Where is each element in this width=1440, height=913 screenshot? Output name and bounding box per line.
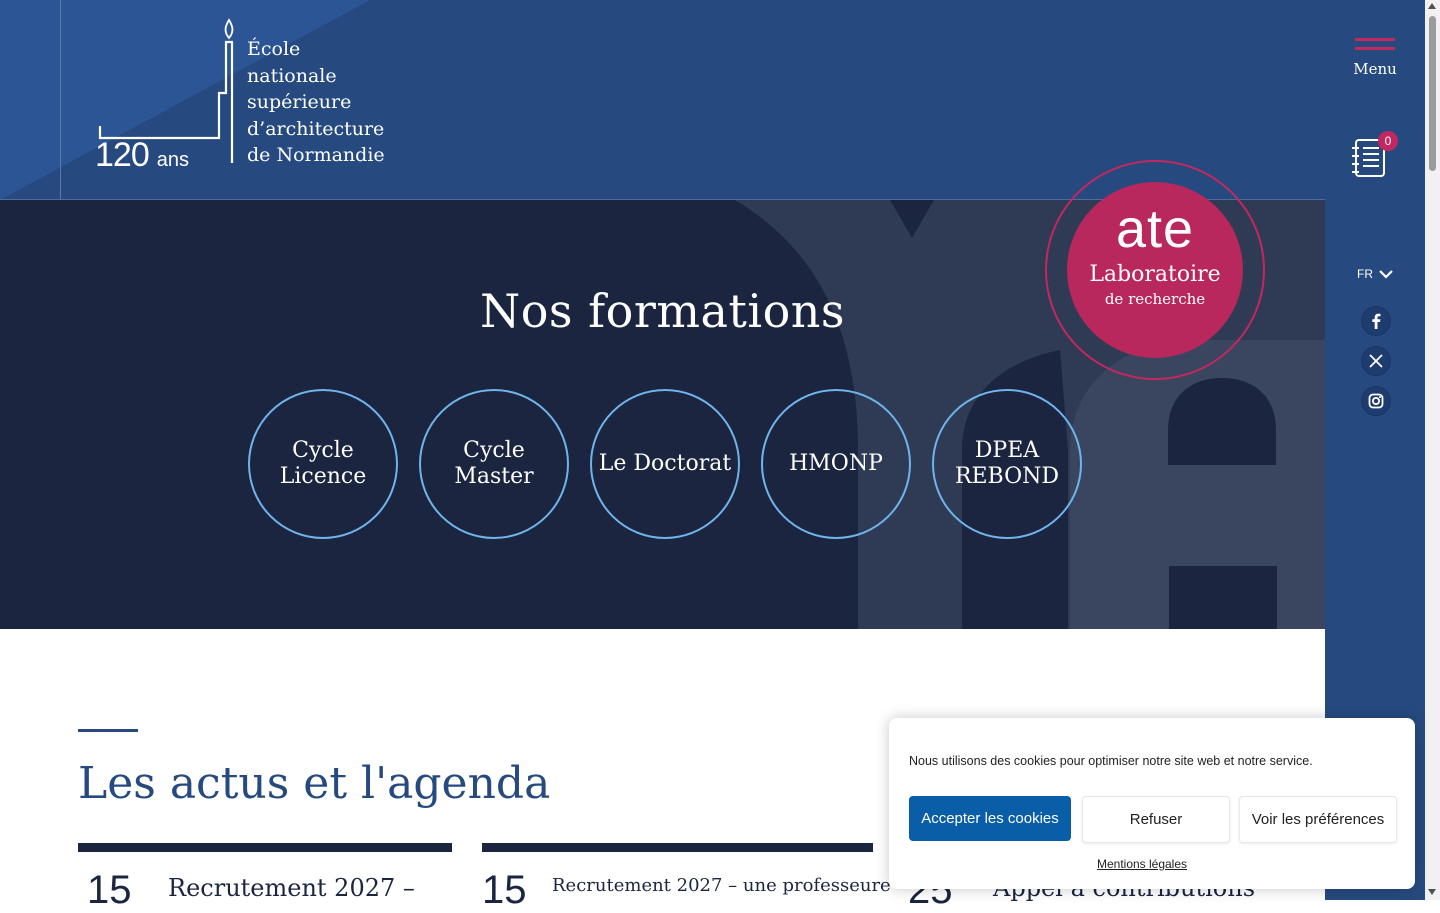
logo-line: d’architecture [247, 117, 385, 140]
news-section-title: Les actus et l'agenda [78, 758, 551, 809]
logo-line: de Normandie [247, 144, 385, 166]
logo-line: École [247, 38, 301, 60]
chevron-down-icon [1379, 270, 1393, 279]
logo-wordmark: École nationale supérieure d’architectur… [247, 36, 385, 169]
anniversary-mark: 120 ans [95, 136, 189, 175]
lab-sublabel: de recherche [1104, 290, 1206, 308]
lab-label: Laboratoire [1089, 262, 1221, 287]
formation-dpea-rebond[interactable]: DPEA REBOND [932, 389, 1082, 539]
hamburger-icon [1355, 47, 1395, 50]
scroll-up-arrow[interactable] [1428, 3, 1436, 9]
formation-cycle-master[interactable]: Cycle Master [419, 389, 569, 539]
scroll-thumb[interactable] [1429, 16, 1436, 171]
x-link[interactable] [1361, 346, 1391, 376]
instagram-link[interactable] [1361, 386, 1391, 416]
formation-doctorat[interactable]: Le Doctorat [590, 389, 740, 539]
instagram-icon [1368, 393, 1384, 409]
site-header: École nationale supérieure d’architectur… [0, 0, 1425, 200]
language-code: FR [1357, 267, 1373, 281]
news-card-title[interactable]: Recrutement 2027 – une professeure [552, 875, 891, 896]
legal-notice-link[interactable]: Mentions légales [889, 857, 1395, 871]
news-card-day: 15 [482, 868, 527, 912]
cookie-preferences-button[interactable]: Voir les préférences [1239, 796, 1397, 843]
news-card-top-bar [482, 843, 873, 852]
cookie-message: Nous utilisons des cookies pour optimise… [909, 754, 1313, 768]
formation-hmonp[interactable]: HMONP [761, 389, 911, 539]
section-accent-rule [78, 729, 138, 732]
anniversary-word: ans [156, 149, 189, 171]
cookie-banner: Nous utilisons des cookies pour optimise… [889, 718, 1415, 889]
hamburger-icon [1355, 38, 1395, 41]
logo-line: supérieure [247, 91, 352, 113]
menu-button[interactable]: Menu [1350, 38, 1400, 78]
language-selector[interactable]: FR [1357, 267, 1393, 281]
lab-badge[interactable]: ate Laboratoire de recherche [1067, 182, 1243, 358]
lab-acronym: ate [1115, 199, 1195, 259]
menu-label: Menu [1353, 60, 1397, 78]
formations-list: Cycle Licence Cycle Master Le Doctorat H… [248, 389, 1082, 539]
header-divider [60, 0, 61, 200]
anniversary-number: 120 [95, 136, 150, 174]
news-card-top-bar [78, 843, 452, 852]
logo-line: nationale [247, 64, 337, 87]
facebook-icon [1372, 313, 1381, 329]
facebook-link[interactable] [1361, 306, 1391, 336]
scroll-down-arrow[interactable] [1428, 889, 1436, 895]
refuse-cookies-button[interactable]: Refuser [1082, 796, 1230, 843]
news-card-day: 15 [87, 868, 132, 912]
formation-cycle-licence[interactable]: Cycle Licence [248, 389, 398, 539]
selection-count-badge: 0 [1378, 131, 1398, 151]
school-logo[interactable]: École nationale supérieure d’architectur… [95, 18, 395, 178]
x-icon [1369, 354, 1383, 368]
accept-cookies-button[interactable]: Accepter les cookies [909, 796, 1071, 841]
news-card-title[interactable]: Recrutement 2027 – [168, 874, 415, 902]
